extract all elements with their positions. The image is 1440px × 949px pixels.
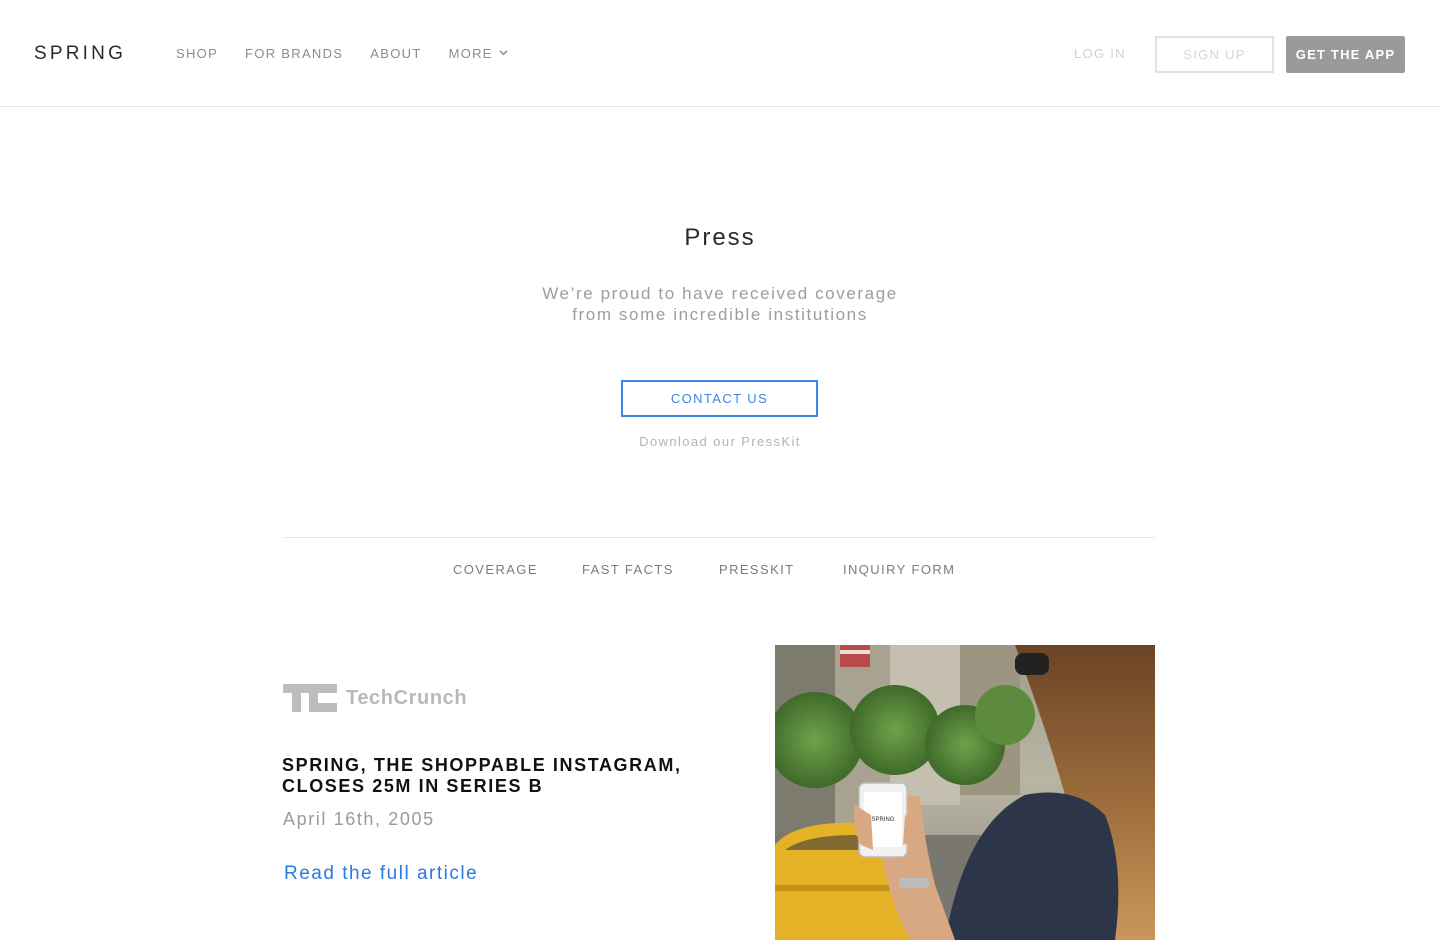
main-nav: SHOP FOR BRANDS ABOUT MORE [176, 46, 535, 62]
woman-with-phone-image: SPRING [775, 645, 1155, 940]
tab-inquiry-form[interactable]: INQUIRY FORM [843, 562, 955, 578]
subtitle-line: from some incredible institutions [572, 305, 868, 324]
phone-screen-logo: SPRING [871, 817, 894, 823]
download-presskit-label[interactable]: Download our PressKit [639, 434, 801, 449]
chevron-down-icon [499, 49, 508, 55]
download-presskit-link: Download our PressKit [0, 434, 1440, 450]
site-header: SPRING SHOP FOR BRANDS ABOUT MORE LOG IN… [0, 0, 1440, 107]
article-title: SPRING, THE SHOPPABLE INSTAGRAM, CLOSES … [282, 755, 722, 797]
nav-item-shop[interactable]: SHOP [176, 46, 218, 62]
spring-logo[interactable]: SPRING [34, 43, 126, 65]
section-divider [283, 537, 1155, 538]
nav-item-about[interactable]: ABOUT [370, 46, 421, 62]
techcrunch-logo: TechCrunch [283, 684, 467, 712]
page-title: Press [684, 224, 756, 251]
article-photo: SPRING [775, 645, 1155, 940]
article-date: April 16th, 2005 [283, 809, 435, 829]
publication-name: TechCrunch [346, 687, 468, 709]
nav-item-more[interactable]: MORE [449, 46, 508, 62]
read-full-article-link[interactable]: Read the full article [284, 863, 478, 885]
nav-item-for-brands[interactable]: FOR BRANDS [245, 46, 343, 62]
nav-item-label: ABOUT [370, 46, 422, 61]
techcrunch-mark-icon [283, 684, 337, 712]
tab-coverage[interactable]: COVERAGE [453, 562, 538, 578]
article-title-line: CLOSES 25M IN SERIES B [282, 776, 544, 796]
nav-item-label: SHOP [176, 46, 219, 61]
signup-button[interactable]: SIGN UP [1155, 36, 1274, 73]
get-the-app-button[interactable]: GET THE APP [1286, 36, 1405, 73]
login-link[interactable]: LOG IN [1074, 46, 1126, 62]
nav-item-label: MORE [448, 46, 493, 61]
page-subtitle: We’re proud to have received coverage fr… [420, 283, 1020, 325]
article-title-line: SPRING, THE SHOPPABLE INSTAGRAM, [282, 755, 682, 775]
subtitle-line: We’re proud to have received coverage [542, 284, 898, 303]
tab-presskit[interactable]: PRESSKIT [719, 562, 795, 578]
nav-item-label: FOR BRANDS [245, 46, 344, 61]
contact-us-button[interactable]: CONTACT US [621, 380, 818, 417]
tab-fast-facts[interactable]: FAST FACTS [582, 562, 674, 578]
